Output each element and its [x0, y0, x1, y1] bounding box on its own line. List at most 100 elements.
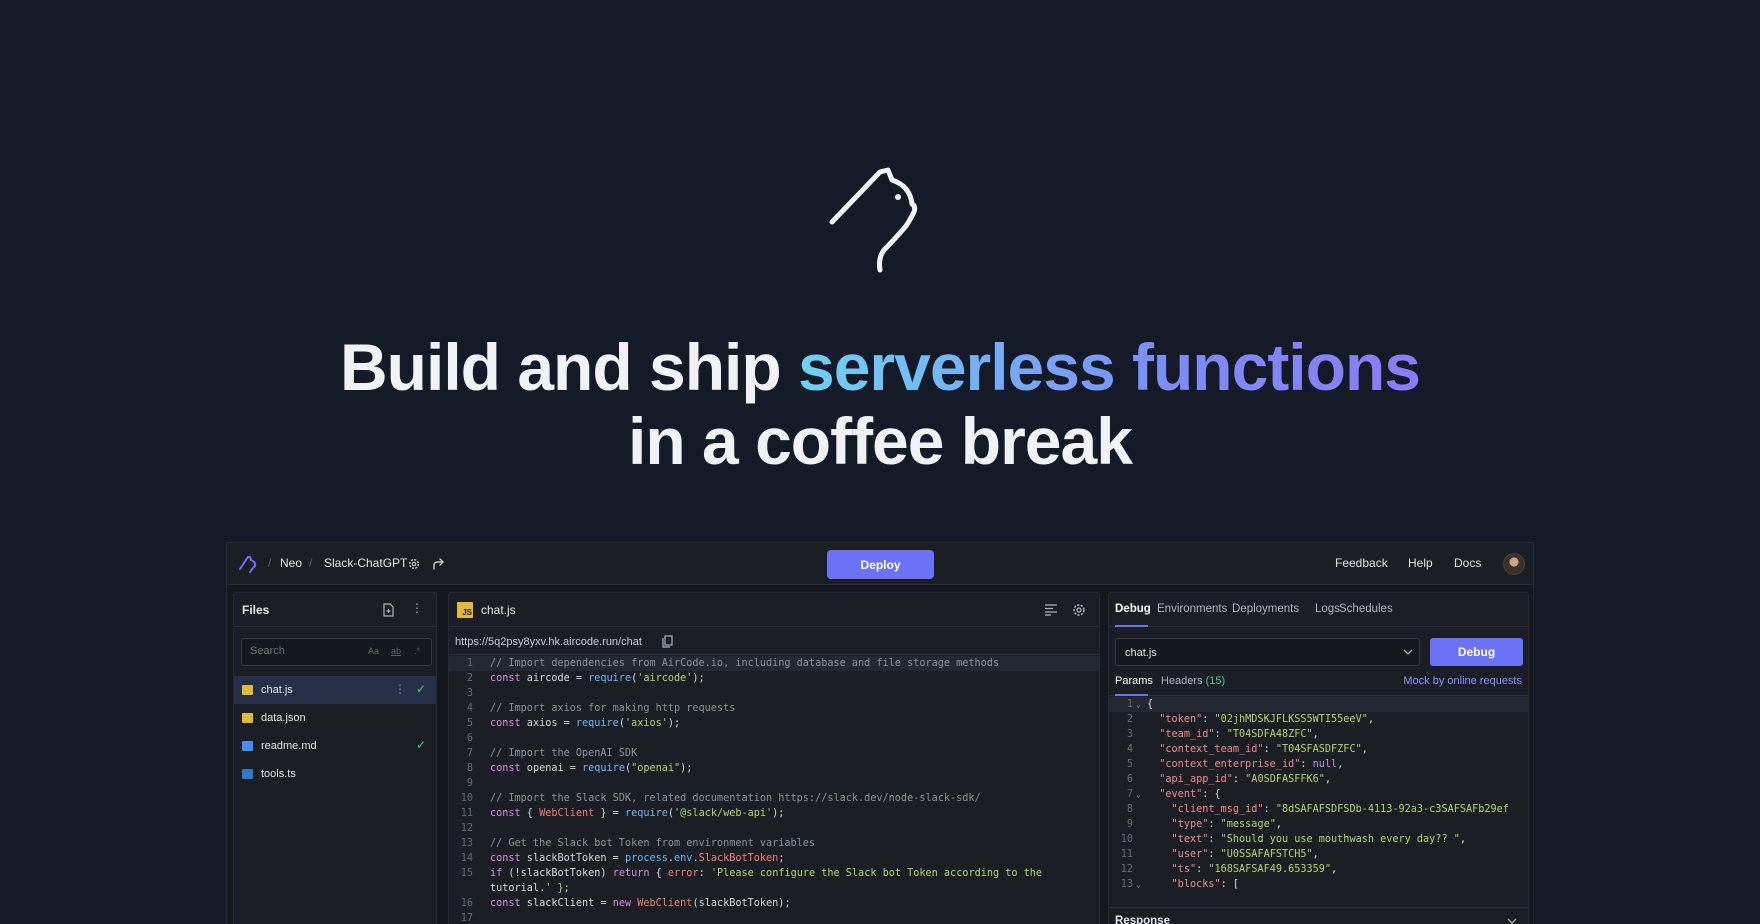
json-file-icon	[242, 713, 253, 723]
editor-panel: JS chat.js https://5q2psy8yxv.hk.aircode…	[448, 592, 1100, 924]
code-line[interactable]: 12	[449, 821, 1099, 836]
debug-panel: Debug Environments Deployments Logs Sche…	[1108, 592, 1529, 924]
function-url[interactable]: https://5q2psy8yxv.hk.aircode.run/chat	[455, 636, 642, 648]
json-line[interactable]: 3 "team_id": "T04SDFA48ZFC",	[1109, 727, 1528, 742]
files-more-icon[interactable]: ⋮	[411, 601, 423, 615]
mock-online-requests-link[interactable]: Mock by online requests	[1403, 675, 1522, 687]
aircode-cat-logo-icon	[829, 167, 918, 273]
json-line[interactable]: 2 "token": "02jhMDSKJFLKSS5WTI55eeV",	[1109, 712, 1528, 727]
code-line[interactable]: 5 const axios = require('axios');	[449, 716, 1099, 731]
files-panel: Files ⋮ Aa ab .* chat.js ⋮ ✓ data.json readm…	[233, 592, 437, 924]
json-line[interactable]: 11 "user": "U0SSAFAFSTCH5",	[1109, 847, 1528, 862]
code-line[interactable]: 13 // Get the Slack bot Token from enviro…	[449, 836, 1099, 851]
json-line[interactable]: 4 "context_team_id": "T04SFASDFZFC",	[1109, 742, 1528, 757]
code-text: const axios = require('axios');	[490, 718, 681, 729]
json-line[interactable]: 5 "context_enterprise_id": null,	[1109, 757, 1528, 772]
deploy-button[interactable]: Deploy	[827, 550, 934, 579]
json-line[interactable]: 8 "client_msg_id": "8dSAFAFSDFSDb-4113-9…	[1109, 802, 1528, 817]
json-line[interactable]: 12 "ts": "168SAFSAF49.653359",	[1109, 862, 1528, 877]
breadcrumb-user[interactable]: Neo	[280, 556, 302, 570]
code-line[interactable]: 15 if (!slackBotToken) return { error: 'P…	[449, 866, 1099, 881]
fold-chevron-icon[interactable]: ⌄	[1136, 787, 1141, 802]
tab-environments[interactable]: Environments	[1157, 603, 1227, 615]
json-text: "team_id": "T04SDFA48ZFC",	[1159, 729, 1319, 740]
response-section[interactable]: Response	[1109, 907, 1528, 924]
file-item[interactable]: readme.md ✓	[234, 732, 436, 760]
feedback-link[interactable]: Feedback	[1335, 556, 1388, 570]
deployed-check-icon: ✓	[416, 738, 427, 752]
code-text: // Get the Slack bot Token from environm…	[490, 838, 816, 849]
file-more-icon[interactable]: ⋮	[394, 682, 406, 696]
tab-schedules[interactable]: Schedules	[1339, 603, 1393, 615]
code-line[interactable]: 9	[449, 776, 1099, 791]
share-icon[interactable]	[432, 557, 446, 571]
tab-logs[interactable]: Logs	[1315, 603, 1340, 615]
new-file-icon[interactable]	[382, 603, 395, 617]
code-line[interactable]: 3	[449, 686, 1099, 701]
line-number: 14	[460, 853, 473, 864]
line-number: 3	[1126, 729, 1133, 740]
expand-chevron-icon[interactable]	[1507, 918, 1517, 924]
code-line[interactable]: 16 const slackClient = new WebClient(slac…	[449, 896, 1099, 911]
json-text: "blocks": [	[1171, 879, 1240, 890]
code-line[interactable]: 4 // Import axios for making http request…	[449, 701, 1099, 716]
debug-tabs: Debug Environments Deployments Logs Sche…	[1109, 593, 1528, 627]
debug-button[interactable]: Debug	[1430, 638, 1523, 666]
line-number: 3	[466, 688, 473, 699]
code-line[interactable]: 7 // Import the OpenAI SDK	[449, 746, 1099, 761]
project-settings-gear-icon[interactable]	[407, 557, 421, 571]
copy-icon[interactable]	[662, 635, 673, 648]
js-file-icon	[242, 685, 253, 695]
ide-topbar: / Neo / Slack-ChatGPT Deploy Feedback He…	[227, 543, 1533, 585]
help-link[interactable]: Help	[1408, 556, 1433, 570]
file-search-input[interactable]	[250, 645, 350, 657]
json-line[interactable]: 10 "text": "Should you use mouthwash eve…	[1109, 832, 1528, 847]
json-line[interactable]: 13 ⌄ "blocks": [	[1109, 877, 1528, 892]
code-line[interactable]: 6	[449, 731, 1099, 746]
headline-part-1: Build and ship	[340, 330, 799, 404]
code-line[interactable]: 11 const { WebClient } = require('@slack/…	[449, 806, 1099, 821]
file-search[interactable]: Aa ab .*	[241, 638, 432, 666]
fold-chevron-icon[interactable]: ⌄	[1136, 877, 1141, 892]
breadcrumb-project[interactable]: Slack-ChatGPT	[324, 556, 407, 570]
code-line[interactable]: 10 // Import the Slack SDK, related docum…	[449, 791, 1099, 806]
tab-debug[interactable]: Debug	[1115, 603, 1151, 615]
user-avatar[interactable]	[1503, 553, 1525, 575]
code-editor[interactable]: 1 // Import dependencies from AirCode.io,…	[449, 656, 1099, 924]
code-line[interactable]: 1 // Import dependencies from AirCode.io,…	[449, 656, 1099, 671]
match-case-toggle[interactable]: Aa	[368, 646, 379, 656]
file-item[interactable]: chat.js ⋮ ✓	[234, 676, 436, 704]
file-item[interactable]: data.json	[234, 704, 436, 732]
code-line[interactable]: tutorial.' };	[449, 881, 1099, 896]
tab-params[interactable]: Params	[1115, 675, 1153, 687]
code-line[interactable]: 2 const aircode = require('aircode');	[449, 671, 1099, 686]
match-word-toggle[interactable]: ab	[391, 646, 401, 656]
code-text: const slackBotToken = process.env.SlackB…	[490, 853, 785, 864]
code-line[interactable]: 14 const slackBotToken = process.env.Slac…	[449, 851, 1099, 866]
aircode-logo-icon[interactable]	[237, 552, 261, 576]
fold-chevron-icon[interactable]: ⌄	[1136, 697, 1141, 712]
tab-headers[interactable]: Headers (15)	[1161, 675, 1225, 687]
json-text: "text": "Should you use mouthwash every …	[1171, 834, 1466, 845]
file-name: chat.js	[261, 684, 293, 696]
json-line[interactable]: 9 "type": "message",	[1109, 817, 1528, 832]
docs-link[interactable]: Docs	[1454, 556, 1481, 570]
code-line[interactable]: 8 const openai = require("openai");	[449, 761, 1099, 776]
line-number: 12	[460, 823, 473, 834]
line-number: 9	[466, 778, 473, 789]
json-line[interactable]: 7 ⌄ "event": {	[1109, 787, 1528, 802]
regex-toggle[interactable]: .*	[414, 646, 420, 656]
line-number: 11	[460, 808, 473, 819]
deployed-check-icon: ✓	[416, 682, 427, 696]
function-select[interactable]: chat.js	[1115, 638, 1420, 666]
tab-deployments[interactable]: Deployments	[1232, 603, 1299, 615]
format-align-icon[interactable]	[1044, 604, 1058, 616]
editor-settings-gear-icon[interactable]	[1072, 603, 1086, 617]
json-line[interactable]: 6 "api_app_id": "A0SDFASFFK6",	[1109, 772, 1528, 787]
params-json-editor[interactable]: 1 ⌄{2 "token": "02jhMDSKJFLKSS5WTI55eeV",…	[1109, 697, 1528, 892]
code-text: // Import the Slack SDK, related documen…	[490, 793, 981, 804]
code-line[interactable]: 17	[449, 911, 1099, 924]
json-line[interactable]: 1 ⌄ {	[1109, 697, 1528, 712]
file-item[interactable]: tools.ts	[234, 760, 436, 788]
active-tab-indicator	[1115, 625, 1148, 627]
